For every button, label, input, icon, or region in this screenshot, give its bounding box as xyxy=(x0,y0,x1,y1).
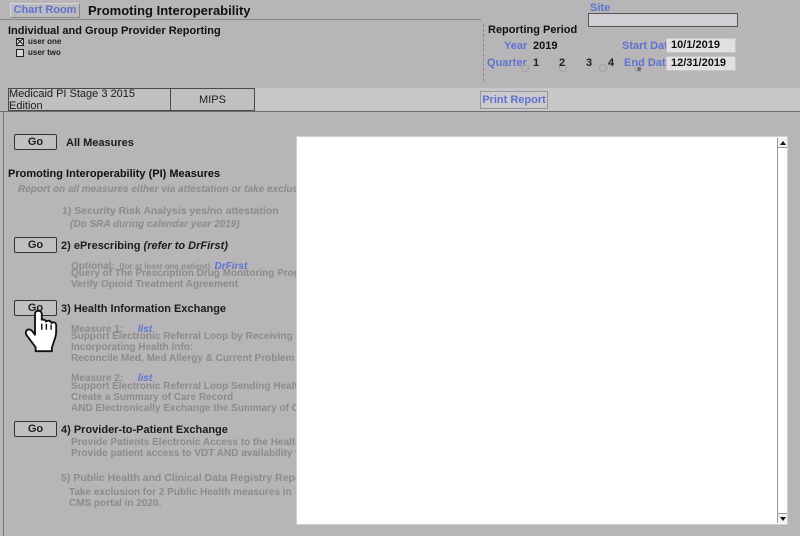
chart-room-button[interactable]: Chart Room xyxy=(10,3,80,18)
measure-5-line2: CMS portal in 2020. xyxy=(69,498,162,509)
measure-3-m2-line2: Create a Summary of Care Record xyxy=(71,392,234,403)
tab-row-divider xyxy=(0,111,800,112)
tab-mips[interactable]: MIPS xyxy=(170,88,255,111)
measure-5-line1: Take exclusion for 2 Public Health measu… xyxy=(69,487,292,498)
quarter-2-label: 2 xyxy=(559,57,566,69)
measure-3-m1-line3: Reconcile Med, Med Allergy & Current Pro… xyxy=(71,353,316,364)
header-divider xyxy=(0,19,481,20)
end-date-label: End Date xyxy=(624,57,672,69)
measure-4-line1: Provide Patients Electronic Access to th… xyxy=(71,437,323,448)
user-one-checkbox[interactable] xyxy=(16,37,24,46)
reporting-period-title: Reporting Period xyxy=(488,24,578,36)
all-measures-label: All Measures xyxy=(66,137,134,149)
page-title: Promoting Interoperability xyxy=(88,3,251,18)
measure-1-title: 1) Security Risk Analysis yes/no attesta… xyxy=(62,205,279,217)
measure-2-title-note: (refer to DrFirst) xyxy=(143,240,228,252)
end-date-input[interactable]: 12/31/2019 xyxy=(666,56,736,71)
go-provider-patient-exchange-button[interactable]: Go xyxy=(14,421,57,437)
measure-4-line2: Provide patient access to VDT AND availa… xyxy=(71,448,311,459)
reporting-period-divider xyxy=(483,24,484,81)
quarter-4-label: 4 xyxy=(608,57,615,69)
user-one-row[interactable]: user one xyxy=(16,37,61,46)
year-value[interactable]: 2019 xyxy=(533,40,557,52)
pi-measures-section-title: Promoting Interoperability (PI) Measures xyxy=(8,168,221,180)
report-content-panel xyxy=(296,136,788,525)
year-label: Year xyxy=(504,40,528,52)
provider-reporting-title: Individual and Group Provider Reporting xyxy=(8,25,221,37)
measure-3-m2-line3: AND Electronically Exchange the Summary … xyxy=(71,403,314,414)
scroll-down-button[interactable] xyxy=(778,513,787,523)
measure-3-m2-line1: Support Electronic Referral Loop Sending… xyxy=(71,381,329,392)
user-one-label: user one xyxy=(28,37,62,46)
print-report-button[interactable]: Print Report xyxy=(480,91,548,109)
measure-4-title: 4) Provider-to-Patient Exchange xyxy=(61,424,228,436)
tab-medicaid-pi-stage3[interactable]: Medicaid PI Stage 3 2015 Edition xyxy=(8,88,171,112)
content-scrollbar[interactable] xyxy=(777,138,787,523)
user-two-row[interactable]: user two xyxy=(16,48,61,57)
quarter-1-label: 1 xyxy=(533,57,540,69)
measure-2-title-text: 2) ePrescribing xyxy=(61,240,141,252)
user-two-checkbox[interactable] xyxy=(16,48,24,57)
measure-3-title: 3) Health Information Exchange xyxy=(61,303,227,315)
pi-measures-section-note: Report on all measures either via attest… xyxy=(18,184,314,195)
quarter-3-radio[interactable] xyxy=(598,64,607,72)
measure-1-note: (Do SRA during calendar year 2019) xyxy=(70,219,240,230)
measure-2-line1: Query of The Prescription Drug Monitorin… xyxy=(71,268,319,279)
quarter-3-label: 3 xyxy=(586,57,593,69)
measure-3-m1-line2: Incorporating Health Info: xyxy=(71,342,194,353)
measure-2-title: 2) ePrescribing (refer to DrFirst) xyxy=(61,240,228,252)
measure-2-line2: Verify Opioid Treatment Agreement xyxy=(71,279,238,290)
go-eprescribing-button[interactable]: Go xyxy=(14,237,57,253)
main-left-border xyxy=(3,112,4,536)
go-all-measures-button[interactable]: Go xyxy=(14,134,57,150)
user-two-label: user two xyxy=(28,48,61,57)
quarter-1-radio[interactable] xyxy=(521,64,529,72)
measure-5-title: 5) Public Health and Clinical Data Regis… xyxy=(61,472,325,484)
scroll-up-arrow-icon xyxy=(779,141,786,145)
scroll-up-button[interactable] xyxy=(778,138,787,148)
start-date-input[interactable]: 10/1/2019 xyxy=(666,38,736,53)
scroll-down-arrow-icon xyxy=(779,517,786,521)
measure-3-m1-line1: Support Electronic Referral Loop by Rece… xyxy=(71,331,314,342)
go-health-info-exchange-button[interactable]: Go xyxy=(14,300,57,316)
site-input[interactable] xyxy=(588,13,738,27)
